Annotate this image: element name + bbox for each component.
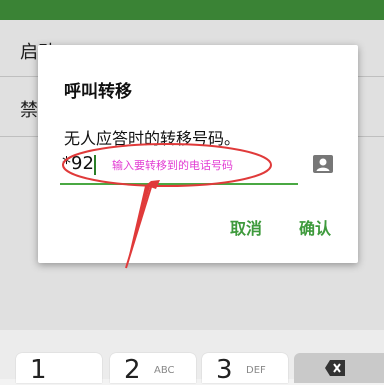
annotation-text: 输入要转移到的电话号码 [112, 159, 233, 172]
call-forwarding-dialog: 呼叫转移 无人应答时的转移号码。 *92 取消 确认 [38, 45, 358, 263]
text-cursor [94, 155, 96, 175]
dialog-title: 呼叫转移 [64, 82, 132, 102]
dial-keyboard: 1 2 ABC 3 DEF [0, 330, 384, 385]
confirm-button[interactable]: 确认 [299, 215, 331, 239]
key-digit: 2 [124, 355, 141, 385]
backspace-icon [325, 360, 345, 376]
cancel-button[interactable]: 取消 [230, 215, 262, 239]
key-digit: 1 [30, 355, 47, 385]
key-digit: 3 [216, 355, 233, 385]
input-value: *92 [62, 153, 94, 174]
dialog-message: 无人应答时的转移号码。 [64, 129, 241, 148]
key-letters: ABC [154, 365, 175, 376]
contact-card-icon[interactable] [312, 153, 334, 175]
key-letters: DEF [246, 365, 266, 376]
